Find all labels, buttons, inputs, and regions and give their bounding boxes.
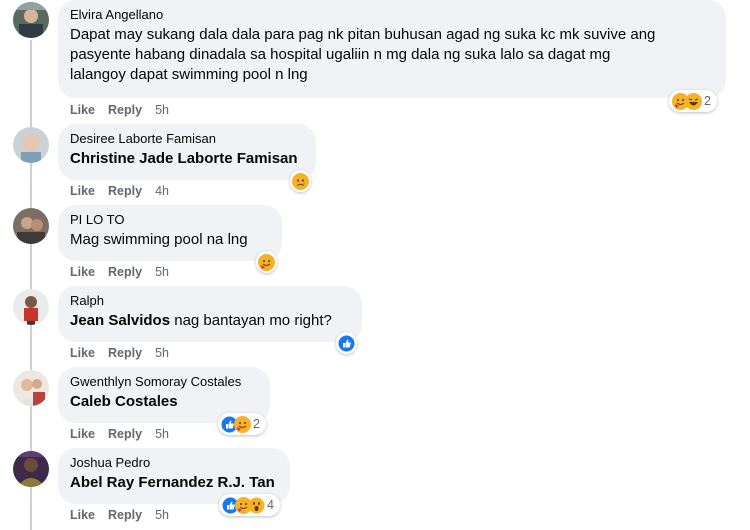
comment-bubble: PI LO TO Mag swimming pool na lng [58, 205, 282, 261]
reply-button[interactable]: Reply [108, 265, 142, 279]
timestamp[interactable]: 4h [155, 184, 169, 198]
timestamp[interactable]: 5h [155, 103, 169, 117]
comment-actions: Like Reply 5h [70, 103, 182, 117]
comment-bubble: Desiree Laborte Famisan Christine Jade L… [58, 124, 316, 180]
reply-button[interactable]: Reply [108, 508, 142, 522]
commenter-name[interactable]: Joshua Pedro [70, 455, 278, 471]
wow-icon [248, 497, 265, 514]
like-button[interactable]: Like [70, 184, 95, 198]
like-button[interactable]: Like [70, 265, 95, 279]
like-button[interactable]: Like [70, 427, 95, 441]
comment-body: nag bantayan mo right? [170, 312, 332, 329]
comment-line: pasyente habang dinadala sa hospital uga… [70, 46, 611, 63]
avatar[interactable] [13, 370, 49, 406]
reaction-count: 2 [704, 94, 711, 108]
like-button[interactable]: Like [70, 103, 95, 117]
tagged-name[interactable]: Abel Ray Fernandez R.J. Tan [70, 473, 278, 493]
like-icon [338, 335, 355, 352]
timestamp[interactable]: 5h [155, 508, 169, 522]
comment-actions: Like Reply 4h [70, 184, 182, 198]
reaction-summary[interactable]: 2 [218, 413, 266, 435]
comment-line: lalangoy dapat swimming pool n lng [70, 66, 308, 83]
reaction-count: 4 [267, 498, 274, 512]
commenter-name[interactable]: Gwenthlyn Somoray Costales [70, 374, 258, 390]
like-button[interactable]: Like [70, 346, 95, 360]
commenter-name[interactable]: Desiree Laborte Famisan [70, 131, 304, 147]
timestamp[interactable]: 5h [155, 346, 169, 360]
tagged-name[interactable]: Caleb Costales [70, 392, 258, 412]
commenter-name[interactable]: PI LO TO [70, 212, 270, 228]
reaction-summary[interactable] [256, 251, 277, 273]
comment-actions: Like Reply 5h [70, 427, 182, 441]
comment-bubble: Elvira Angellano Dapat may sukang dala d… [58, 0, 726, 98]
avatar[interactable] [13, 208, 49, 244]
comment-bubble: Ralph Jean Salvidos nag bantayan mo righ… [58, 286, 362, 342]
like-button[interactable]: Like [70, 508, 95, 522]
avatar[interactable] [13, 289, 49, 325]
reply-button[interactable]: Reply [108, 346, 142, 360]
avatar[interactable] [13, 2, 49, 38]
reaction-summary[interactable]: 4 [219, 494, 280, 516]
comment-text: Mag swimming pool na lng [70, 231, 248, 248]
comment-line: Dapat may sukang dala dala para pag nk p… [70, 26, 656, 43]
reply-button[interactable]: Reply [108, 427, 142, 441]
care-icon [234, 415, 251, 433]
reaction-summary[interactable] [336, 332, 357, 354]
reply-button[interactable]: Reply [108, 103, 142, 117]
comment-text: Jean Salvidos nag bantayan mo right? [70, 311, 350, 331]
comment-actions: Like Reply 5h [70, 346, 182, 360]
care-icon [258, 253, 275, 271]
tagged-name[interactable]: Jean Salvidos [70, 312, 170, 329]
reaction-summary[interactable] [290, 170, 311, 192]
timestamp[interactable]: 5h [155, 265, 169, 279]
commenter-name[interactable]: Ralph [70, 293, 350, 309]
comment-actions: Like Reply 5h [70, 265, 182, 279]
reply-button[interactable]: Reply [108, 184, 142, 198]
reaction-summary[interactable]: 2 [669, 90, 717, 112]
reaction-count: 2 [253, 417, 260, 431]
timestamp[interactable]: 5h [155, 427, 169, 441]
avatar[interactable] [13, 451, 49, 487]
tagged-name[interactable]: Christine Jade Laborte Famisan [70, 149, 304, 169]
haha-icon [685, 92, 702, 110]
commenter-name[interactable]: Elvira Angellano [70, 7, 714, 23]
comment-actions: Like Reply 5h [70, 508, 182, 522]
avatar[interactable] [13, 127, 49, 163]
sad-icon [292, 172, 309, 190]
